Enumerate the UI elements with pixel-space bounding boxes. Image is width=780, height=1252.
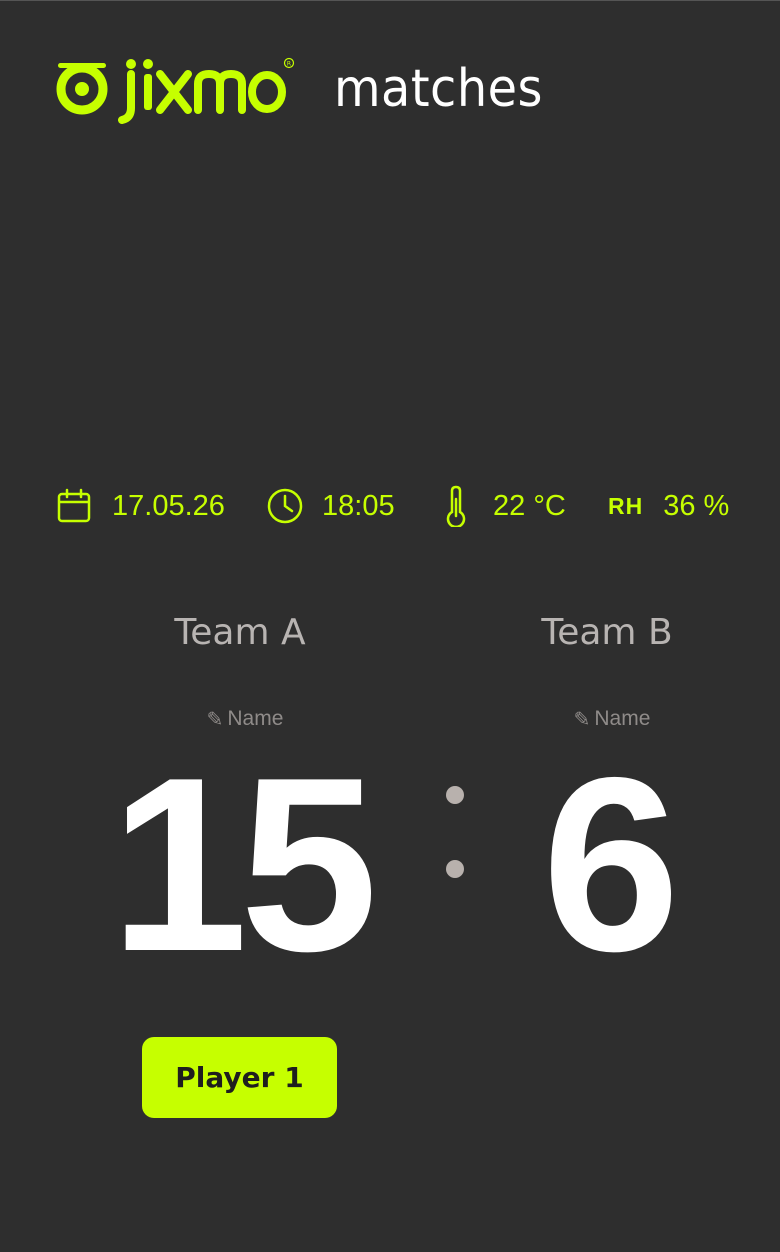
time-value: 18:05 bbox=[322, 489, 395, 522]
humidity-label: RH bbox=[608, 492, 644, 519]
temperature-display: 22 °C bbox=[444, 484, 566, 528]
humidity-value: 36 % bbox=[663, 489, 730, 522]
team-b-score[interactable]: 6 bbox=[457, 740, 757, 988]
jixmo-logo-graphic: R bbox=[56, 57, 295, 124]
calendar-icon bbox=[57, 488, 91, 523]
app-header: R matches bbox=[56, 52, 561, 126]
temperature-value: 22 °C bbox=[493, 489, 566, 522]
svg-text:R: R bbox=[287, 61, 291, 68]
clock-icon bbox=[267, 488, 303, 524]
conditions-bar: 17.05.26 18:05 22 °C RH 36 % bbox=[56, 484, 736, 528]
humidity-display: RH 36 % bbox=[608, 484, 729, 528]
team-b-label: Team B bbox=[541, 612, 673, 653]
thermometer-icon bbox=[446, 485, 466, 527]
team-a-score[interactable]: 15 bbox=[90, 740, 390, 988]
app-title: matches bbox=[334, 59, 543, 119]
team-a-label: Team A bbox=[174, 612, 306, 653]
time-display: 18:05 bbox=[266, 484, 395, 528]
player-button[interactable]: Player 1 bbox=[142, 1037, 337, 1118]
jixmo-logo: R bbox=[56, 52, 296, 126]
date-value: 17.05.26 bbox=[112, 489, 225, 522]
date-display: 17.05.26 bbox=[56, 484, 225, 528]
top-border bbox=[0, 0, 780, 1]
